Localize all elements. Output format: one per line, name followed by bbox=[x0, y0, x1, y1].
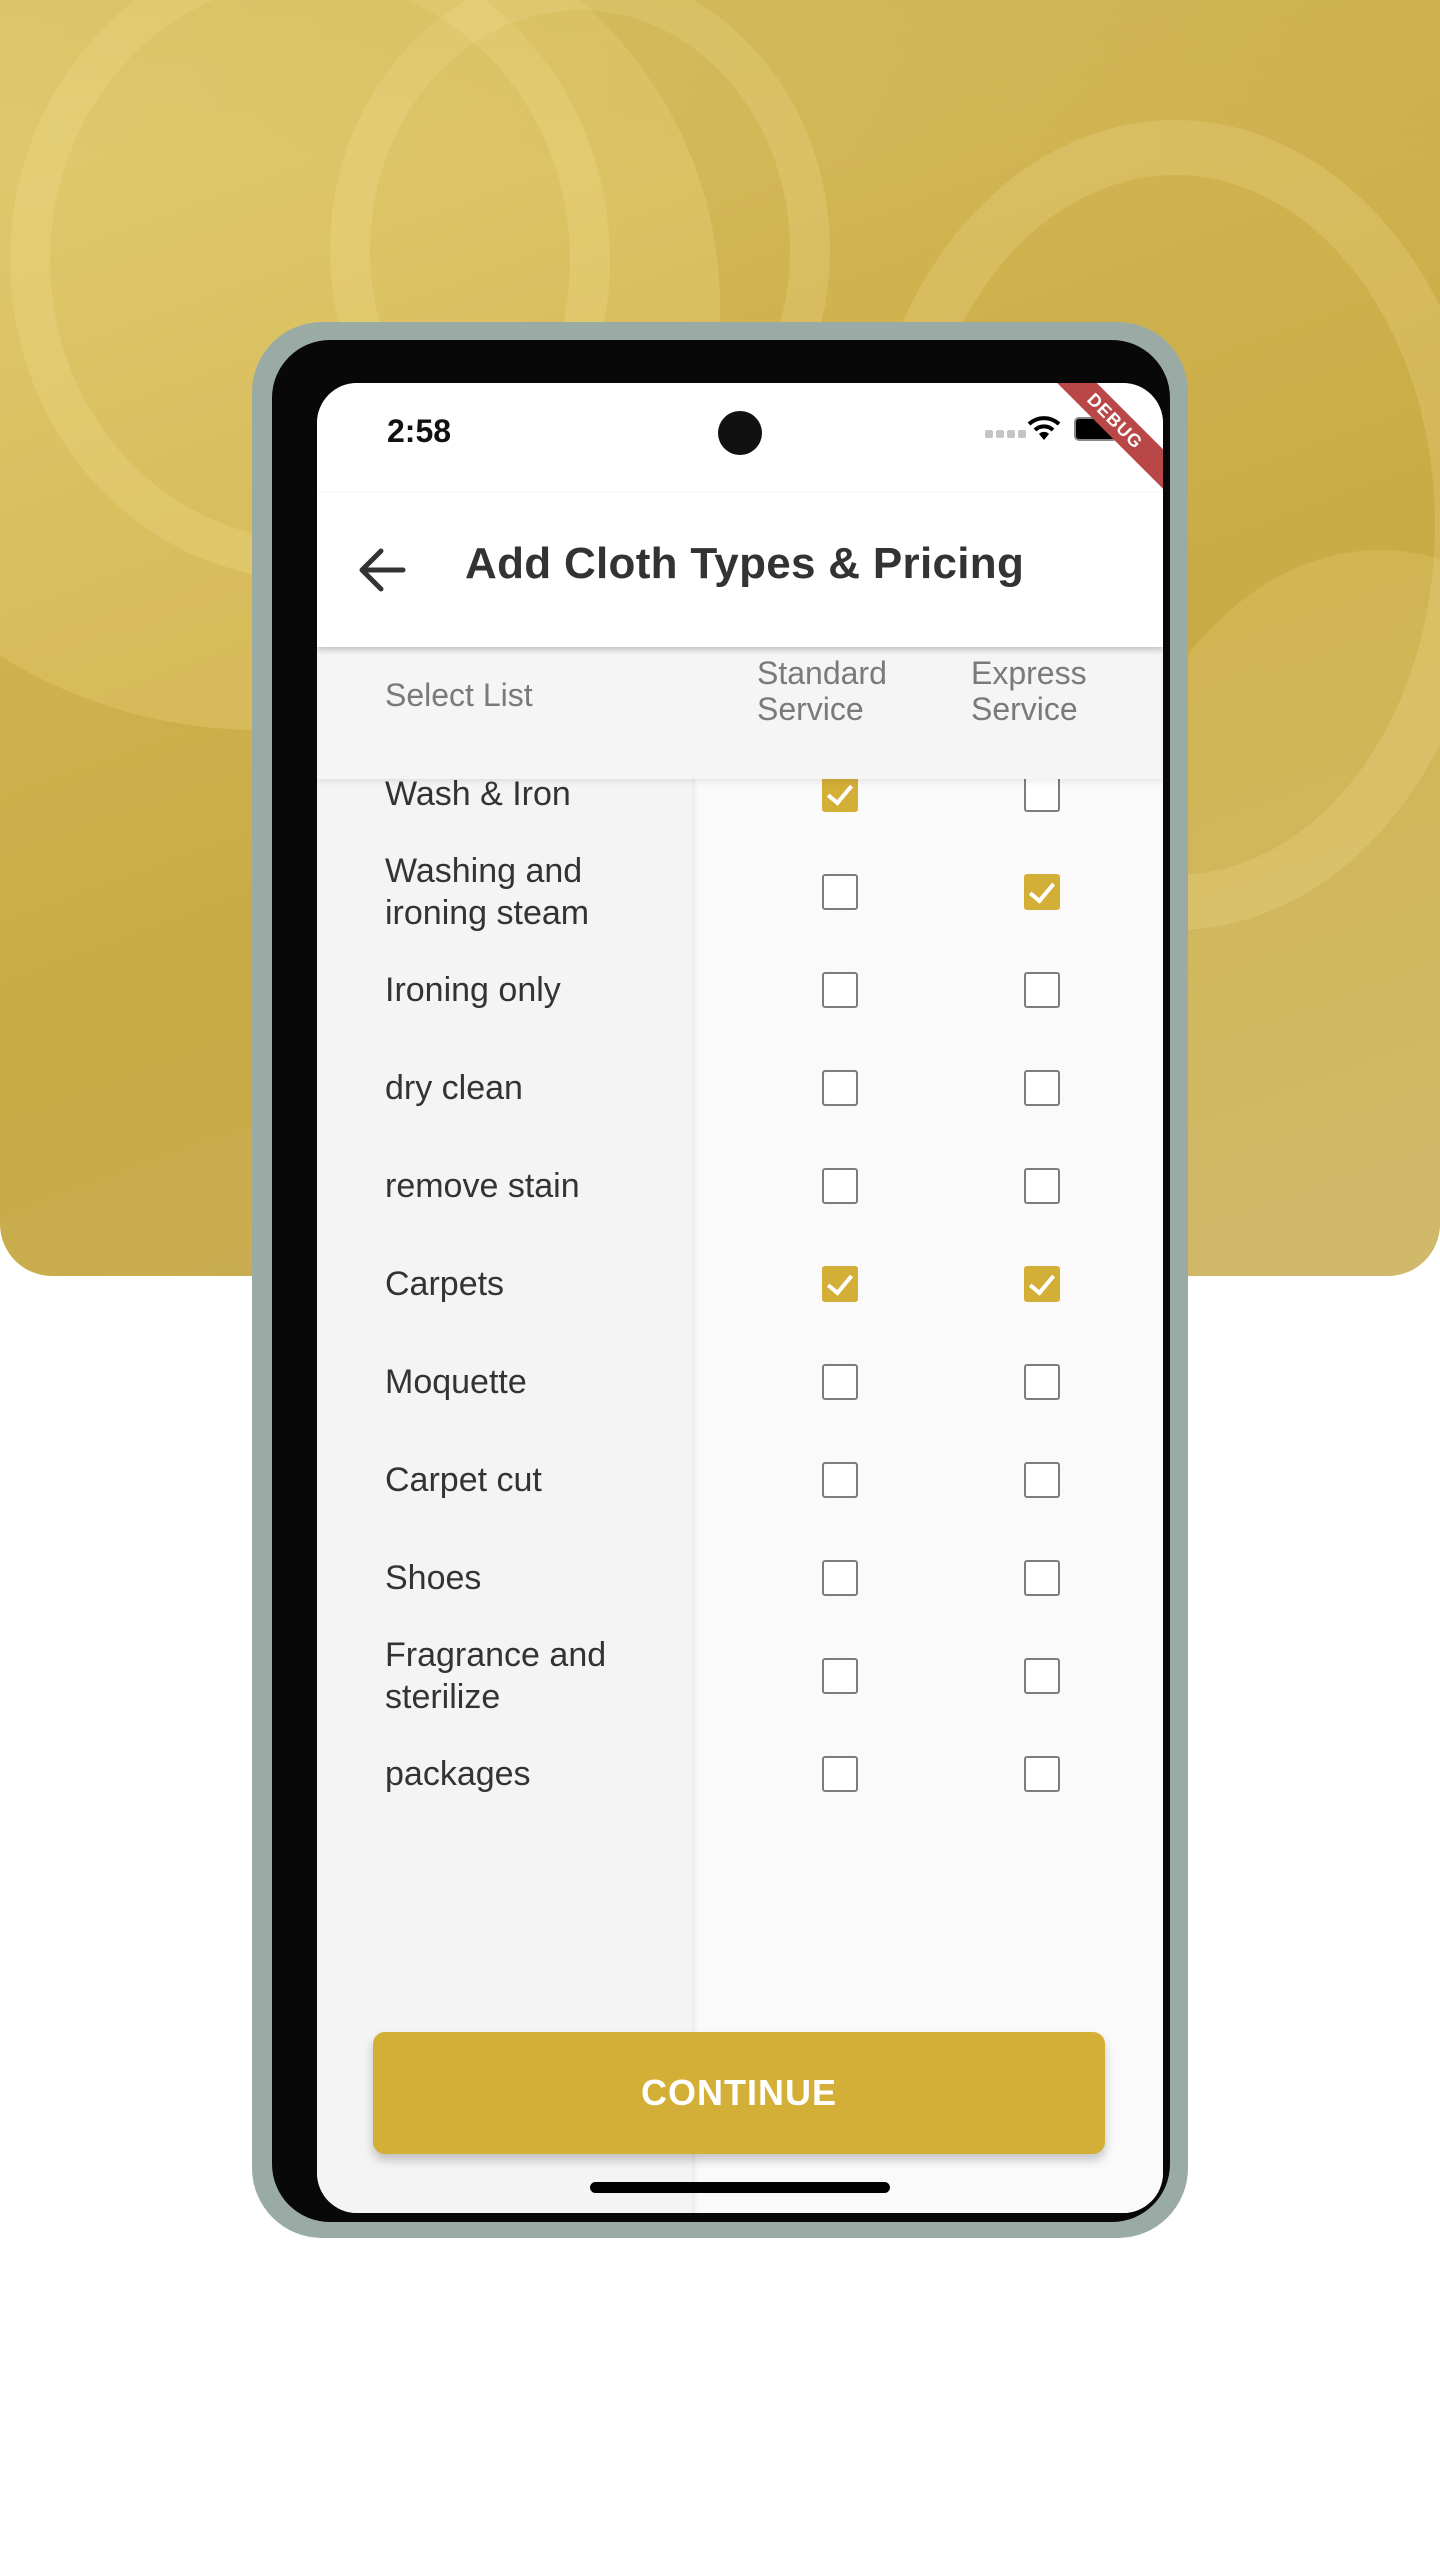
table-row: Ironing only bbox=[317, 941, 1163, 1039]
row-label: remove stain bbox=[385, 1167, 580, 1205]
row-label: Moquette bbox=[385, 1363, 527, 1401]
table-row: packages bbox=[317, 1725, 1163, 1823]
standard-service-checkbox[interactable] bbox=[822, 1070, 858, 1106]
table-row: remove stain bbox=[317, 1137, 1163, 1235]
express-service-checkbox[interactable] bbox=[1024, 1070, 1060, 1106]
table-row: Fragrance and sterilize bbox=[317, 1627, 1163, 1725]
row-label: Carpet cut bbox=[385, 1461, 542, 1499]
background-shade bbox=[0, 0, 1440, 160]
standard-service-checkbox[interactable] bbox=[822, 1658, 858, 1694]
row-label: Ironing only bbox=[385, 971, 561, 1009]
row-label: dry clean bbox=[385, 1069, 523, 1107]
table-header: Select List Standard Service Express Ser… bbox=[317, 647, 1163, 779]
phone-frame: 2:58 DEBUG Add Cloth Types & Pricing Sel… bbox=[252, 322, 1188, 2238]
standard-service-checkbox[interactable] bbox=[822, 1364, 858, 1400]
page-title: Add Cloth Types & Pricing bbox=[465, 539, 1025, 588]
row-label: Fragrance and sterilize bbox=[385, 1636, 607, 1716]
continue-button[interactable]: CONTINUE bbox=[373, 2032, 1105, 2154]
front-camera bbox=[718, 411, 762, 455]
phone-bezel: 2:58 DEBUG Add Cloth Types & Pricing Sel… bbox=[272, 340, 1170, 2222]
express-service-checkbox[interactable] bbox=[1024, 1462, 1060, 1498]
cell-signal-icon bbox=[985, 430, 1026, 438]
row-label: Wash & Iron bbox=[385, 775, 571, 813]
row-label: Shoes bbox=[385, 1559, 482, 1597]
row-label: packages bbox=[385, 1755, 531, 1793]
wifi-icon bbox=[1027, 416, 1061, 440]
express-service-checkbox[interactable] bbox=[1024, 1756, 1060, 1792]
status-bar: 2:58 DEBUG bbox=[317, 383, 1163, 502]
table-row: Shoes bbox=[317, 1529, 1163, 1627]
standard-service-checkbox[interactable] bbox=[822, 1168, 858, 1204]
standard-service-checkbox[interactable] bbox=[822, 1756, 858, 1792]
express-service-checkbox[interactable] bbox=[1024, 1168, 1060, 1204]
row-label: Carpets bbox=[385, 1265, 505, 1303]
app-screen: 2:58 DEBUG Add Cloth Types & Pricing Sel… bbox=[317, 383, 1163, 2213]
table-row: dry clean bbox=[317, 1039, 1163, 1137]
header-select-list: Select List bbox=[385, 677, 533, 713]
standard-service-checkbox[interactable] bbox=[822, 1560, 858, 1596]
header-standard-service: Standard Service bbox=[757, 655, 887, 727]
standard-service-checkbox[interactable] bbox=[822, 1462, 858, 1498]
standard-service-checkbox[interactable] bbox=[822, 776, 858, 812]
express-service-checkbox[interactable] bbox=[1024, 874, 1060, 910]
app-bar: Add Cloth Types & Pricing bbox=[317, 493, 1163, 647]
header-express-service: Express Service bbox=[971, 655, 1087, 727]
express-service-checkbox[interactable] bbox=[1024, 776, 1060, 812]
standard-service-checkbox[interactable] bbox=[822, 1266, 858, 1302]
table-row: Washing and ironing steam bbox=[317, 843, 1163, 941]
standard-service-checkbox[interactable] bbox=[822, 972, 858, 1008]
express-service-checkbox[interactable] bbox=[1024, 1266, 1060, 1302]
arrow-left-icon[interactable] bbox=[355, 543, 409, 597]
express-service-checkbox[interactable] bbox=[1024, 1658, 1060, 1694]
row-label: Washing and ironing steam bbox=[385, 852, 590, 932]
table-row: Moquette bbox=[317, 1333, 1163, 1431]
express-service-checkbox[interactable] bbox=[1024, 972, 1060, 1008]
table-row: Carpets bbox=[317, 1235, 1163, 1333]
standard-service-checkbox[interactable] bbox=[822, 874, 858, 910]
home-indicator[interactable] bbox=[590, 2182, 890, 2193]
status-time: 2:58 bbox=[387, 413, 452, 449]
table-row: Carpet cut bbox=[317, 1431, 1163, 1529]
express-service-checkbox[interactable] bbox=[1024, 1364, 1060, 1400]
express-service-checkbox[interactable] bbox=[1024, 1560, 1060, 1596]
